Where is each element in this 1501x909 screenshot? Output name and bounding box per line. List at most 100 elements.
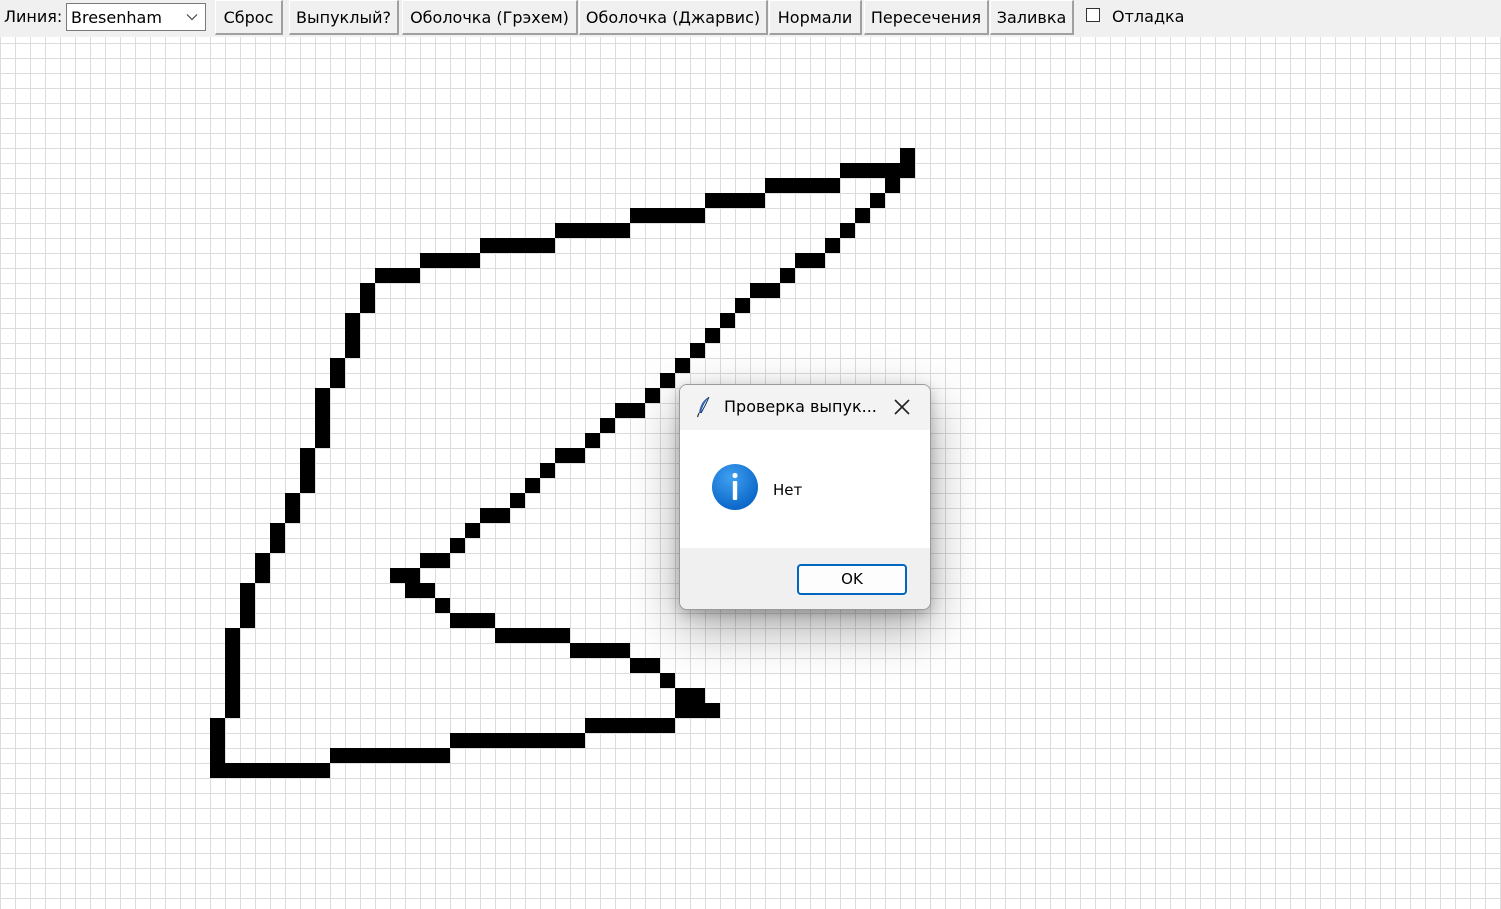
raster-pixel xyxy=(585,433,600,448)
intersections-button[interactable]: Пересечения xyxy=(864,0,989,35)
raster-pixel xyxy=(660,373,675,388)
raster-pixel xyxy=(270,538,285,553)
raster-pixel xyxy=(210,748,225,763)
raster-pixel xyxy=(390,268,405,283)
ok-button[interactable]: OK xyxy=(797,564,907,595)
raster-pixel xyxy=(540,628,555,643)
raster-pixel xyxy=(570,733,585,748)
raster-pixel xyxy=(255,763,270,778)
raster-pixel xyxy=(855,208,870,223)
raster-pixel xyxy=(405,268,420,283)
raster-pixel xyxy=(615,403,630,418)
debug-checkbox[interactable] xyxy=(1086,8,1100,22)
raster-pixel xyxy=(495,508,510,523)
raster-pixel xyxy=(495,238,510,253)
raster-pixel xyxy=(435,598,450,613)
raster-pixel xyxy=(660,673,675,688)
raster-pixel xyxy=(735,193,750,208)
hull-jarvis-button[interactable]: Оболочка (Джарвис) xyxy=(579,0,768,35)
raster-pixel xyxy=(420,553,435,568)
raster-pixel xyxy=(555,448,570,463)
raster-pixel xyxy=(795,178,810,193)
raster-pixel xyxy=(240,598,255,613)
raster-pixel xyxy=(225,658,240,673)
raster-pixel xyxy=(315,763,330,778)
raster-pixel xyxy=(210,733,225,748)
dialog-title: Проверка выпук... xyxy=(724,397,877,416)
raster-pixel xyxy=(540,463,555,478)
raster-pixel xyxy=(600,418,615,433)
dialog-message: Нет xyxy=(773,481,803,499)
raster-pixel xyxy=(810,253,825,268)
raster-pixel xyxy=(435,553,450,568)
raster-pixel xyxy=(285,508,300,523)
raster-pixel xyxy=(825,238,840,253)
raster-pixel xyxy=(210,763,225,778)
line-algorithm-select[interactable]: Bresenham xyxy=(66,3,206,31)
raster-pixel xyxy=(720,313,735,328)
raster-pixel xyxy=(270,523,285,538)
raster-pixel xyxy=(570,643,585,658)
raster-pixel xyxy=(600,718,615,733)
raster-pixel xyxy=(840,223,855,238)
raster-pixel xyxy=(510,628,525,643)
raster-pixel xyxy=(405,568,420,583)
normals-button[interactable]: Нормали xyxy=(769,0,862,35)
raster-pixel xyxy=(705,328,720,343)
hull-graham-button[interactable]: Оболочка (Грэхем) xyxy=(402,0,578,35)
raster-pixel xyxy=(360,298,375,313)
raster-pixel xyxy=(405,748,420,763)
raster-pixel xyxy=(765,283,780,298)
raster-pixel xyxy=(570,223,585,238)
raster-pixel xyxy=(810,178,825,193)
raster-pixel xyxy=(615,718,630,733)
dialog-titlebar[interactable]: Проверка выпук... xyxy=(680,385,930,430)
raster-pixel xyxy=(315,388,330,403)
raster-pixel xyxy=(585,718,600,733)
raster-pixel xyxy=(690,703,705,718)
raster-pixel xyxy=(885,163,900,178)
raster-pixel xyxy=(330,373,345,388)
convexity-dialog: Проверка выпук... Нет OK xyxy=(679,384,931,610)
raster-pixel xyxy=(645,718,660,733)
raster-pixel xyxy=(360,283,375,298)
raster-pixel xyxy=(360,748,375,763)
raster-pixel xyxy=(465,523,480,538)
raster-pixel xyxy=(525,733,540,748)
raster-pixel xyxy=(270,763,285,778)
line-label: Линия: xyxy=(4,7,63,26)
raster-pixel xyxy=(420,253,435,268)
raster-pixel xyxy=(765,178,780,193)
raster-pixel xyxy=(495,628,510,643)
raster-pixel xyxy=(735,298,750,313)
raster-pixel xyxy=(780,178,795,193)
raster-pixel xyxy=(255,568,270,583)
raster-pixel xyxy=(240,613,255,628)
raster-pixel xyxy=(450,253,465,268)
raster-pixel xyxy=(660,208,675,223)
raster-pixel xyxy=(420,748,435,763)
raster-pixel xyxy=(570,448,585,463)
raster-pixel xyxy=(405,583,420,598)
reset-button[interactable]: Сброс xyxy=(215,0,283,35)
raster-pixel xyxy=(240,583,255,598)
info-icon xyxy=(712,464,758,510)
raster-pixel xyxy=(870,163,885,178)
raster-pixel xyxy=(900,163,915,178)
toolbar: Линия: Bresenham Сброс Выпуклый? Оболочк… xyxy=(0,0,1501,37)
raster-pixel xyxy=(345,313,360,328)
raster-pixel xyxy=(390,748,405,763)
raster-pixel xyxy=(675,358,690,373)
raster-pixel xyxy=(210,718,225,733)
raster-pixel xyxy=(450,613,465,628)
convex-check-button[interactable]: Выпуклый? xyxy=(289,0,399,35)
raster-pixel xyxy=(780,268,795,283)
raster-pixel xyxy=(390,568,405,583)
raster-pixel xyxy=(330,748,345,763)
line-algorithm-value: Bresenham xyxy=(71,8,162,27)
close-icon[interactable] xyxy=(892,397,912,417)
raster-pixel xyxy=(630,208,645,223)
fill-button[interactable]: Заливка xyxy=(990,0,1074,35)
raster-pixel xyxy=(555,223,570,238)
raster-pixel xyxy=(225,688,240,703)
